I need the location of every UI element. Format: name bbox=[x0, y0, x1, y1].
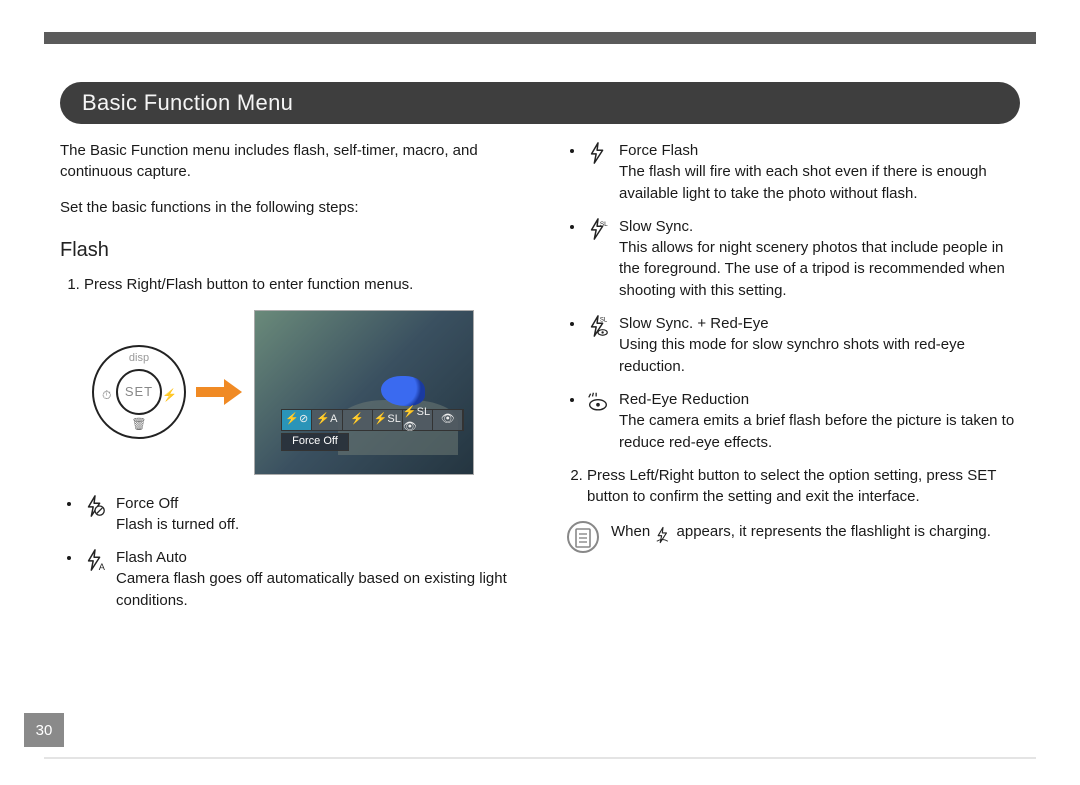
right-column: Force Flash The flash will fire with eac… bbox=[563, 140, 1020, 725]
dial-label-top: disp bbox=[94, 351, 184, 367]
mode-title: Red-Eye Reduction bbox=[619, 391, 749, 408]
mode-title: Force Flash bbox=[619, 142, 698, 159]
step-1: Press Right/Flash button to enter functi… bbox=[84, 274, 517, 295]
list-item: Red-Eye Reduction The camera emits a bri… bbox=[585, 389, 1020, 453]
step-2: Press Left/Right button to select the op… bbox=[587, 465, 1020, 508]
lcd-preview: ⚡⊘⚡A⚡⚡SL⚡SL👁👁 Force Off bbox=[254, 310, 474, 475]
intro-steps: Set the basic functions in the following… bbox=[60, 197, 517, 218]
mode-desc: The flash will fire with each shot even … bbox=[619, 161, 1020, 204]
top-rule bbox=[44, 32, 1036, 44]
mode-title: Slow Sync. bbox=[619, 218, 693, 235]
note-icon bbox=[567, 521, 599, 553]
control-dial: disp SET ⏱ ⚡ 🗑 bbox=[92, 345, 186, 439]
manual-page: Basic Function Menu The Basic Function m… bbox=[0, 0, 1080, 785]
figure-dial-screen: disp SET ⏱ ⚡ 🗑 ⚡⊘⚡A⚡⚡SL⚡SL👁👁 Force Off bbox=[92, 310, 517, 475]
section-title: Basic Function Menu bbox=[82, 90, 293, 116]
intro-text: The Basic Function menu includes flash, … bbox=[60, 140, 517, 183]
mode-title: Flash Auto bbox=[116, 549, 187, 566]
flash-selection-label: Force Off bbox=[281, 433, 349, 451]
list-item: Force Off Flash is turned off. bbox=[82, 493, 517, 536]
page-number: 30 bbox=[24, 713, 64, 747]
list-item: Flash Auto Camera flash goes off automat… bbox=[82, 547, 517, 611]
flash-options-bar: ⚡⊘⚡A⚡⚡SL⚡SL👁👁 bbox=[281, 409, 464, 431]
mode-title: Force Off bbox=[116, 495, 178, 512]
left-column: The Basic Function menu includes flash, … bbox=[60, 140, 517, 725]
mode-desc: Camera flash goes off automatically base… bbox=[116, 568, 517, 611]
arrow-icon bbox=[196, 381, 244, 403]
list-item: Slow Sync. This allows for night scenery… bbox=[585, 216, 1020, 301]
flash-slow-icon bbox=[585, 216, 611, 242]
flash-auto-icon bbox=[82, 547, 108, 573]
flash-modes-left: Force Off Flash is turned off. Flash Aut… bbox=[60, 493, 517, 611]
mode-desc: The camera emits a brief flash before th… bbox=[619, 410, 1020, 453]
dial-label-right: ⚡ bbox=[162, 387, 177, 404]
flash-heading: Flash bbox=[60, 236, 517, 264]
flash-modes-right: Force Flash The flash will fire with eac… bbox=[563, 140, 1020, 453]
section-title-bar: Basic Function Menu bbox=[60, 82, 1020, 124]
note-text: When appears, it represents the flashlig… bbox=[611, 521, 1020, 553]
preview-bird bbox=[381, 376, 425, 406]
list-item: Slow Sync. + Red-Eye Using this mode for… bbox=[585, 313, 1020, 377]
bottom-rule bbox=[44, 757, 1036, 759]
mode-desc: Flash is turned off. bbox=[116, 514, 517, 535]
note-post: appears, it represents the flashlight is… bbox=[677, 523, 991, 540]
dial-label-left: ⏱ bbox=[102, 387, 111, 404]
mode-desc: This allows for night scenery photos tha… bbox=[619, 237, 1020, 301]
mode-title: Slow Sync. + Red-Eye bbox=[619, 315, 769, 332]
dial-label-bottom: 🗑 bbox=[94, 416, 184, 433]
content-columns: The Basic Function menu includes flash, … bbox=[60, 140, 1020, 725]
flash-off-icon bbox=[82, 493, 108, 519]
flash-slow-redeye-icon bbox=[585, 313, 611, 339]
steps-list-2: Press Left/Right button to select the op… bbox=[563, 465, 1020, 508]
mode-desc: Using this mode for slow synchro shots w… bbox=[619, 334, 1020, 377]
flash-redeye-icon bbox=[585, 389, 611, 415]
flash-force-icon bbox=[585, 140, 611, 166]
note-pre: When bbox=[611, 523, 654, 540]
dial-label-center: SET bbox=[116, 369, 162, 415]
list-item: Force Flash The flash will fire with eac… bbox=[585, 140, 1020, 204]
note-box: When appears, it represents the flashlig… bbox=[563, 521, 1020, 553]
steps-list: Press Right/Flash button to enter functi… bbox=[60, 274, 517, 295]
flash-charging-icon bbox=[654, 523, 672, 541]
